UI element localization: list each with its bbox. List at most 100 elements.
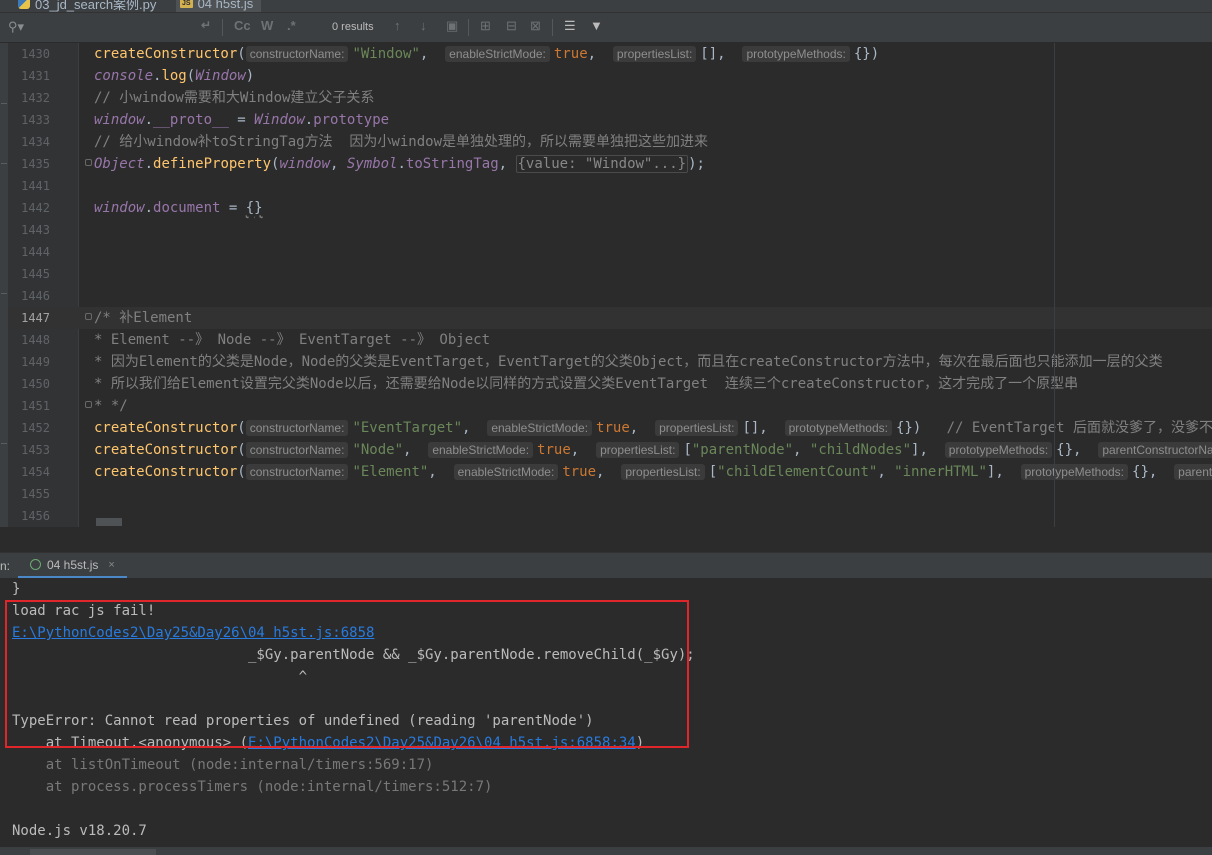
code-text: console.log(Window) xyxy=(94,68,255,84)
code-text: window.document = {} xyxy=(94,200,263,216)
fold-toggle-icon[interactable] xyxy=(85,313,92,320)
line-number: 1430 xyxy=(21,47,50,61)
code-text: createConstructor(constructorName: "Eleme… xyxy=(94,461,1212,483)
strip-mark xyxy=(1,293,7,294)
filter-lines-icon[interactable]: ☰ xyxy=(564,18,576,34)
strip-mark xyxy=(1,443,7,444)
code-line[interactable]: 1453 createConstructor(constructorName: "N… xyxy=(8,439,1212,461)
code-line[interactable]: 1448 * Element --》 Node --》 EventTarget -… xyxy=(8,329,1212,351)
run-tab-label: 04 h5st.js xyxy=(47,557,99,572)
tab-jd-search-py[interactable]: 03_jd_search案例.py xyxy=(18,0,156,12)
code-line[interactable]: 1449 * 因为Element的父类是Node，Node的父类是EventTar… xyxy=(8,351,1212,373)
line-number: 1449 xyxy=(21,355,50,369)
filter-icon[interactable]: ▼ xyxy=(590,18,603,33)
line-number: 1444 xyxy=(21,245,50,259)
status-segment xyxy=(30,849,156,855)
search-input[interactable] xyxy=(36,17,186,37)
code-line[interactable]: 1446 xyxy=(8,285,1212,307)
arrow-up-icon[interactable]: ↑ xyxy=(394,18,401,33)
console-line: at listOnTimeout (node:internal/timers:5… xyxy=(12,757,434,773)
line-number: 1453 xyxy=(21,443,50,457)
code-line[interactable]: 1442 window.document = {} xyxy=(8,197,1212,219)
close-icon[interactable]: × xyxy=(108,559,114,571)
console-line: Node.js v18.20.7 xyxy=(12,823,147,839)
horizontal-scrollbar[interactable] xyxy=(96,518,122,526)
select-all-occurrences-icon[interactable]: ▣ xyxy=(446,18,458,34)
line-number: 1448 xyxy=(21,333,50,347)
fold-toggle-icon[interactable] xyxy=(85,159,92,166)
new-line-icon[interactable]: ↵ xyxy=(201,18,211,32)
fold-toggle-icon[interactable] xyxy=(85,401,92,408)
tab-h5st-js[interactable]: JS 04 h5st.js xyxy=(176,0,262,12)
remove-selection-icon[interactable]: ⊟ xyxy=(506,18,517,34)
code-line[interactable]: 1441 xyxy=(8,175,1212,197)
add-selection-icon[interactable]: ⊞ xyxy=(480,18,491,34)
divider xyxy=(468,19,469,36)
search-results-count: 0 results xyxy=(332,21,374,33)
whole-words-button[interactable]: W xyxy=(261,18,273,33)
error-highlight-box xyxy=(5,600,689,748)
find-toolbar: ⚲▾ ↵ Cc W .* 0 results ↑ ↓ ▣ ⊞ ⊟ ⊠ ☰ ▼ xyxy=(0,13,1212,43)
code-line[interactable]: 1444 xyxy=(8,241,1212,263)
code-text: createConstructor(constructorName: "Node"… xyxy=(94,439,1212,461)
arrow-down-icon[interactable]: ↓ xyxy=(420,18,427,33)
right-margin-guide xyxy=(1054,43,1055,527)
regex-button[interactable]: .* xyxy=(287,18,296,33)
search-icon[interactable]: ⚲▾ xyxy=(8,19,24,35)
editor-tab-bar: 03_jd_search案例.py JS 04 h5st.js xyxy=(0,0,1212,13)
code-text: * 因为Element的父类是Node，Node的父类是EventTarget，… xyxy=(94,354,1163,370)
code-line[interactable]: 1447 /* 补Element xyxy=(8,307,1212,329)
strip-mark xyxy=(1,163,7,164)
line-number: 1452 xyxy=(21,421,50,435)
code-editor[interactable]: 1430 createConstructor(constructorName: "W… xyxy=(8,43,1212,527)
line-number: 1431 xyxy=(21,69,50,83)
run-tool-window-header: n: 04 h5st.js × xyxy=(0,552,1212,579)
run-label: n: xyxy=(0,559,11,573)
code-line[interactable]: 1435 Object.defineProperty(window, Symbol… xyxy=(8,153,1212,175)
bottom-status-strip xyxy=(0,847,1212,855)
code-line[interactable]: 1432 // 小window需要和大Window建立父子关系 xyxy=(8,87,1212,109)
code-line[interactable]: 1454 createConstructor(constructorName: "E… xyxy=(8,461,1212,483)
code-text: /* 补Element xyxy=(94,310,193,326)
line-number: 1432 xyxy=(21,91,50,105)
code-line[interactable]: 1455 xyxy=(8,483,1212,505)
line-number: 1442 xyxy=(21,201,50,215)
line-number: 1441 xyxy=(21,179,50,193)
editor-bottom-area xyxy=(0,527,1212,552)
code-line[interactable]: 1456 xyxy=(8,505,1212,527)
code-text: * Element --》 Node --》 EventTarget --》 O… xyxy=(94,332,491,348)
code-line[interactable]: 1433 window.__proto__ = Window.prototype xyxy=(8,109,1212,131)
code-text: Object.defineProperty(window, Symbol.toS… xyxy=(94,155,705,173)
line-number: 1446 xyxy=(21,289,50,303)
tab-label: 04 h5st.js xyxy=(197,0,254,11)
js-file-icon: JS xyxy=(180,0,193,8)
code-text: createConstructor(constructorName: "Event… xyxy=(94,420,1212,436)
code-line[interactable]: 1434 // 给小window补toStringTag方法 因为小window是… xyxy=(8,131,1212,153)
line-number: 1450 xyxy=(21,377,50,391)
select-all-icon[interactable]: ⊠ xyxy=(530,18,541,34)
line-number: 1456 xyxy=(21,509,50,523)
code-line[interactable]: 1430 createConstructor(constructorName: "W… xyxy=(8,43,1212,65)
line-number: 1455 xyxy=(21,487,50,501)
code-line[interactable]: 1452 createConstructor(constructorName: "E… xyxy=(8,417,1212,439)
tab-label: 03_jd_search案例.py xyxy=(35,0,157,12)
nodejs-icon xyxy=(30,559,41,570)
line-number: 1447 xyxy=(21,311,50,325)
code-text: createConstructor(constructorName: "Windo… xyxy=(94,46,880,62)
code-line[interactable]: 1451 * */ xyxy=(8,395,1212,417)
code-line[interactable]: 1431 console.log(Window) xyxy=(8,65,1212,87)
match-case-button[interactable]: Cc xyxy=(234,18,251,33)
python-file-icon xyxy=(18,0,30,9)
divider xyxy=(552,19,553,36)
code-text: // 给小window补toStringTag方法 因为小window是单独处理… xyxy=(94,134,709,150)
line-number: 1445 xyxy=(21,267,50,281)
code-line[interactable]: 1445 xyxy=(8,263,1212,285)
line-number: 1451 xyxy=(21,399,50,413)
code-text: * 所以我们给Element设置完父类Node以后，还需要给Node以同样的方式… xyxy=(94,376,1079,392)
code-line[interactable]: 1450 * 所以我们给Element设置完父类Node以后，还需要给Node以同… xyxy=(8,373,1212,395)
run-tab-h5st-js[interactable]: 04 h5st.js × xyxy=(18,553,127,579)
code-line[interactable]: 1443 xyxy=(8,219,1212,241)
line-number: 1434 xyxy=(21,135,50,149)
code-text: window.__proto__ = Window.prototype xyxy=(94,112,390,128)
console-line: at process.processTimers (node:internal/… xyxy=(12,779,493,795)
